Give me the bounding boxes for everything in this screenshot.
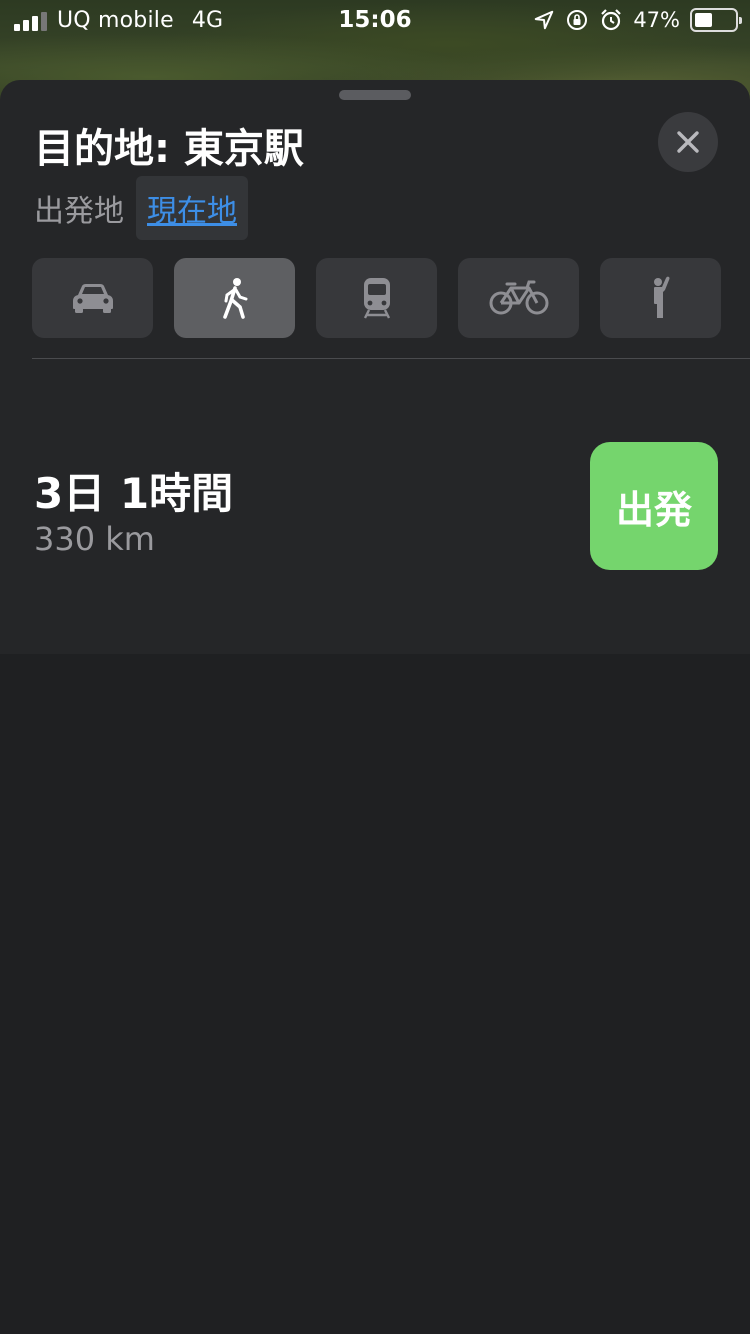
location-arrow-icon	[535, 10, 554, 30]
car-icon	[72, 284, 113, 313]
train-icon	[363, 278, 390, 319]
status-right: 47%	[533, 8, 742, 32]
mode-car-button[interactable]	[32, 258, 153, 338]
origin-row: 出発地 現在地	[34, 176, 248, 240]
sheet-grabber-handle[interactable]	[339, 90, 411, 100]
route-distance: 330 km	[34, 520, 155, 558]
bicycle-icon	[489, 280, 548, 315]
mode-bike-button[interactable]	[458, 258, 579, 338]
battery-percent: 47%	[633, 8, 680, 32]
walking-icon	[222, 278, 247, 319]
rotation-lock-icon	[567, 10, 588, 30]
sheet-empty-area	[0, 654, 750, 1334]
battery-icon	[690, 8, 742, 32]
route-duration: 3日 1時間	[34, 469, 234, 518]
mode-rideshare-button[interactable]	[600, 258, 721, 338]
transport-mode-selector	[32, 258, 721, 338]
close-button[interactable]	[658, 112, 718, 172]
origin-current-location-link[interactable]: 現在地	[136, 176, 248, 240]
directions-sheet: 目的地: 東京駅 出発地 現在地 3日 1時間 330 km 出発	[0, 80, 750, 1334]
origin-label: 出発地	[34, 194, 124, 229]
hail-icon	[653, 276, 669, 318]
status-bar: UQ mobile 4G 15:06 47%	[0, 0, 750, 40]
close-icon	[677, 131, 699, 153]
destination-title: 目的地: 東京駅	[34, 126, 304, 172]
mode-transit-button[interactable]	[316, 258, 437, 338]
section-divider	[32, 358, 750, 359]
alarm-icon	[601, 9, 622, 31]
go-button[interactable]: 出発	[590, 442, 718, 570]
mode-walk-button[interactable]	[174, 258, 295, 338]
